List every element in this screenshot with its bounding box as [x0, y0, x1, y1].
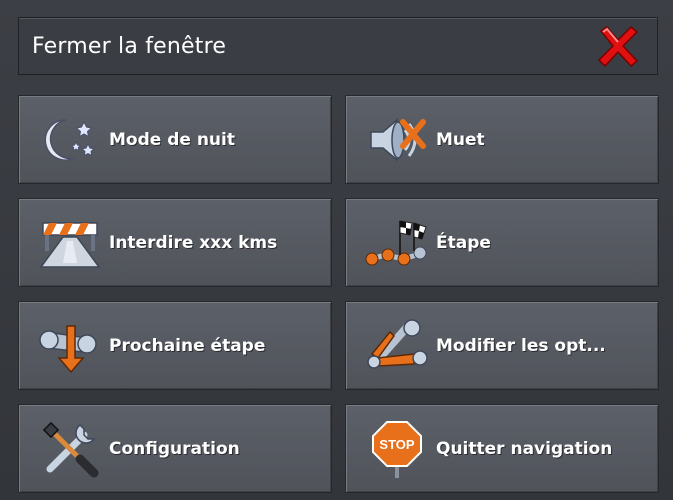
quit-navigation-button[interactable]: STOP Quitter navigation: [345, 404, 659, 493]
next-waypoint-button[interactable]: Prochaine étape: [18, 301, 332, 390]
close-icon: [597, 25, 639, 68]
tools-icon: [35, 414, 105, 484]
next-waypoint-label: Prochaine étape: [109, 335, 266, 356]
moon-stars-icon: [35, 105, 105, 175]
night-mode-button[interactable]: Mode de nuit: [18, 95, 332, 184]
close-button[interactable]: [593, 21, 643, 71]
mute-label: Muet: [436, 129, 485, 150]
header-title: Fermer la fenêtre: [32, 33, 227, 59]
stop-sign-icon: STOP: [362, 414, 432, 484]
configuration-button[interactable]: Configuration: [18, 404, 332, 493]
mute-button[interactable]: Muet: [345, 95, 659, 184]
waypoint-flags-icon: [362, 208, 432, 278]
menu-screen: Fermer la fenêtre Mode de nuit Muet Inte…: [0, 0, 673, 500]
close-window-bar[interactable]: Fermer la fenêtre: [18, 17, 658, 75]
night-mode-label: Mode de nuit: [109, 129, 235, 150]
next-waypoint-icon: [35, 311, 105, 381]
road-barrier-icon: [35, 208, 105, 278]
block-road-label: Interdire xxx kms: [109, 232, 278, 253]
waypoint-label: Étape: [436, 232, 491, 253]
stop-sign-text: STOP: [379, 437, 414, 452]
configuration-label: Configuration: [109, 438, 240, 459]
route-options-label: Modifier les opt...: [436, 335, 606, 356]
waypoint-button[interactable]: Étape: [345, 198, 659, 287]
route-options-icon: [362, 311, 432, 381]
block-road-button[interactable]: Interdire xxx kms: [18, 198, 332, 287]
quit-navigation-label: Quitter navigation: [436, 438, 613, 459]
route-options-button[interactable]: Modifier les opt...: [345, 301, 659, 390]
speaker-mute-icon: [362, 105, 432, 175]
